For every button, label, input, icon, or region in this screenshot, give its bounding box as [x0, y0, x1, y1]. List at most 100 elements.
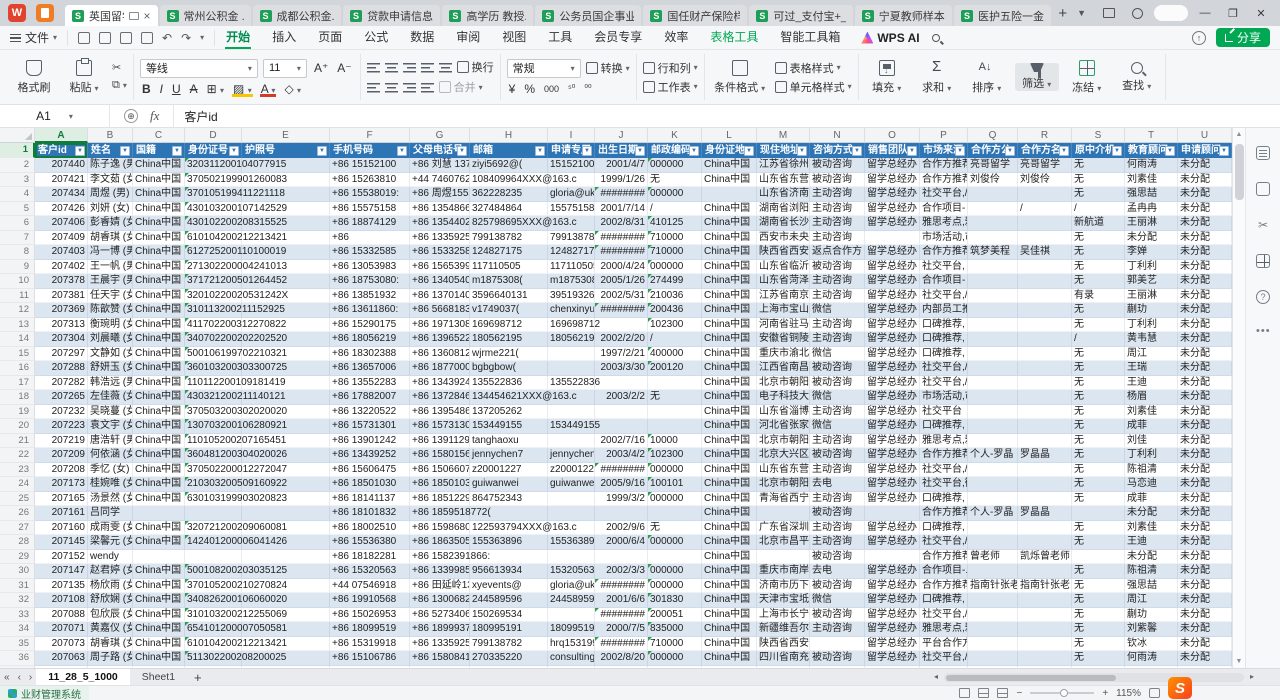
cell[interactable]: 指南针张老: [1018, 579, 1072, 594]
cell[interactable]: 2002/8/20: [595, 651, 648, 666]
column-letter-R[interactable]: R: [1018, 128, 1072, 143]
cell[interactable]: 微信: [810, 390, 865, 405]
tab-list-caret-icon[interactable]: ▼: [1073, 8, 1090, 18]
cell[interactable]: 留学总经办: [865, 405, 920, 420]
cell[interactable]: [968, 216, 1018, 231]
filter-button[interactable]: ▼: [1219, 146, 1229, 156]
cell[interactable]: China中国: [702, 477, 757, 492]
menu-tab-公式[interactable]: 公式: [353, 26, 399, 50]
row-number[interactable]: 19: [0, 405, 35, 420]
cell[interactable]: 207071: [35, 622, 88, 637]
close-button[interactable]: ✕: [1250, 4, 1272, 22]
cell[interactable]: 周江: [1125, 347, 1178, 362]
column-letter-S[interactable]: S: [1072, 128, 1125, 143]
cell[interactable]: 丁利利: [1125, 260, 1178, 275]
cell[interactable]: 山东省济南: [757, 187, 810, 202]
cell[interactable]: 370502200012272047: [185, 463, 242, 478]
filter-button[interactable]: ▼: [852, 146, 862, 156]
cell[interactable]: 社交平台,: [920, 260, 968, 275]
cell[interactable]: m1875308(: [548, 274, 595, 289]
cell[interactable]: wjrme221(: [470, 347, 548, 362]
menu-tab-数据[interactable]: 数据: [399, 26, 445, 50]
cell[interactable]: [1018, 332, 1072, 347]
cell[interactable]: 社交平台,/: [920, 361, 968, 376]
cell[interactable]: 无: [1072, 245, 1125, 260]
cell[interactable]: 江苏省徐州: [757, 158, 810, 173]
cell[interactable]: 130703200106280921: [185, 419, 242, 434]
row-number[interactable]: 17: [0, 376, 35, 391]
bold-button[interactable]: B: [140, 82, 153, 96]
cell[interactable]: +86 52734062: [410, 608, 470, 623]
filter-button[interactable]: ▼: [955, 146, 965, 156]
document-tab[interactable]: S贷款申请信息.xlsx: [343, 5, 440, 26]
row-number[interactable]: 8: [0, 245, 35, 260]
convert-button[interactable]: 转换 ▾: [586, 60, 630, 76]
cell[interactable]: +86 19910568: [330, 593, 410, 608]
cell[interactable]: 000000: [648, 158, 702, 173]
cell[interactable]: 刘俊伶: [968, 173, 1018, 188]
cell[interactable]: 无: [1072, 158, 1125, 173]
cell[interactable]: 无: [1072, 390, 1125, 405]
cell[interactable]: 何雨涛: [1125, 651, 1178, 666]
cell[interactable]: 刘素佳: [1125, 405, 1178, 420]
cell[interactable]: 2005/9/16: [595, 477, 648, 492]
cell[interactable]: 刘佳: [1125, 434, 1178, 449]
share-button[interactable]: 分享: [1216, 28, 1270, 47]
cell[interactable]: 210036: [648, 289, 702, 304]
cell[interactable]: 无: [1072, 463, 1125, 478]
cell[interactable]: 未分配: [1178, 260, 1232, 275]
column-letter-A[interactable]: A: [35, 128, 88, 143]
cell[interactable]: [865, 231, 920, 246]
cell[interactable]: guiwanwei: [470, 477, 548, 492]
column-letter-N[interactable]: N: [810, 128, 865, 143]
cell[interactable]: 180995191: [470, 622, 548, 637]
cell[interactable]: 季忆 (女): [88, 463, 133, 478]
cell[interactable]: +86 15152100: [330, 158, 410, 173]
cell[interactable]: 留学总经办: [865, 318, 920, 333]
cell[interactable]: 无: [1072, 477, 1125, 492]
cell[interactable]: 430103200107142529: [185, 202, 242, 217]
cell[interactable]: 未分配: [1178, 216, 1232, 231]
cell[interactable]: 无: [648, 173, 702, 188]
cell[interactable]: 合作方推荐: [920, 158, 968, 173]
row-number[interactable]: 34: [0, 622, 35, 637]
cell[interactable]: 留学总经办: [865, 202, 920, 217]
cell[interactable]: 留学总经办: [865, 492, 920, 507]
header-cell[interactable]: 护照号▼: [242, 143, 330, 158]
cell[interactable]: 返点合作方: [810, 245, 865, 260]
cell[interactable]: [185, 506, 242, 521]
cell[interactable]: 留学总经办: [865, 521, 920, 536]
cell[interactable]: 微信: [810, 303, 865, 318]
cell[interactable]: +86 13439252: [330, 448, 410, 463]
cell[interactable]: 王丽淋: [1125, 216, 1178, 231]
row-number[interactable]: 26: [0, 506, 35, 521]
cell[interactable]: 口碑推荐,: [920, 347, 968, 362]
cell[interactable]: 无: [1072, 274, 1125, 289]
cell[interactable]: 未分配: [1178, 158, 1232, 173]
cell[interactable]: +86 13611860:: [330, 303, 410, 318]
cell[interactable]: China中国: [133, 318, 185, 333]
grid-tool-icon[interactable]: [1256, 254, 1270, 268]
cell[interactable]: 周江: [1125, 593, 1178, 608]
cell[interactable]: 710000: [648, 637, 702, 652]
wrap-text-button[interactable]: 换行: [457, 59, 494, 75]
cell[interactable]: 留学总经办: [865, 187, 920, 202]
cell[interactable]: +86 18182281: [330, 550, 410, 565]
cell[interactable]: [968, 289, 1018, 304]
underline-button[interactable]: U: [170, 82, 183, 96]
cell[interactable]: 强思喆: [1125, 579, 1178, 594]
cell[interactable]: 500108200203035125: [185, 564, 242, 579]
cell[interactable]: 410125: [648, 216, 702, 231]
cell[interactable]: 吴佳祺: [1018, 245, 1072, 260]
cell[interactable]: China中国: [702, 245, 757, 260]
cut-icon[interactable]: ✂: [112, 62, 127, 74]
cell[interactable]: 400000: [648, 347, 702, 362]
cell[interactable]: +86 18874129: [330, 216, 410, 231]
filter-button[interactable]: ▼: [397, 146, 407, 156]
cell[interactable]: +86 13439245:: [410, 376, 470, 391]
cell[interactable]: 刘俊伶: [1018, 173, 1072, 188]
cell[interactable]: 117110505: [548, 260, 595, 275]
cell[interactable]: +86 1335925706.: [410, 231, 470, 246]
zoom-in-button[interactable]: +: [1102, 688, 1108, 699]
cell[interactable]: +86 1391129694: [410, 434, 470, 449]
